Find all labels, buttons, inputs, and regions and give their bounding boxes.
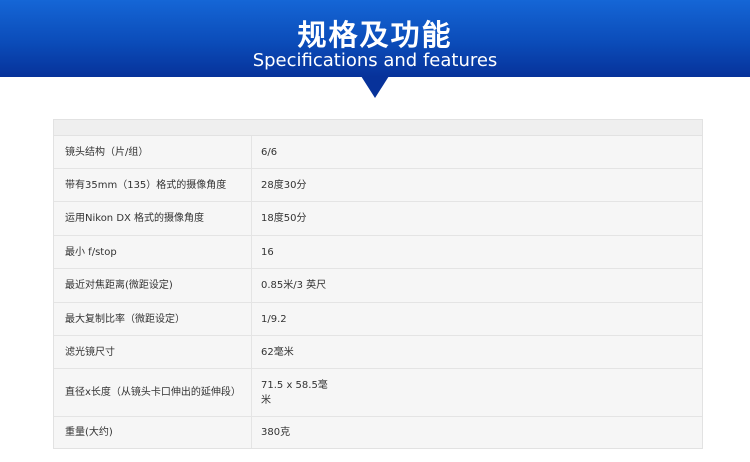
spec-value: 62毫米 [261, 346, 294, 358]
spec-value: 0.85米/3 英尺 [261, 280, 327, 291]
spec-label: 最小 f/stop [54, 236, 252, 268]
spec-value: 16 [261, 246, 274, 258]
spec-label: 镜头结构（片/组） [54, 136, 252, 168]
spec-value-cell: 71.5 x 58.5毫米 [252, 369, 702, 416]
specifications-table: 镜头结构（片/组） 6/6 带有35mm（135）格式的摄像角度 28度30分 … [53, 119, 703, 449]
table-row: 带有35mm（135）格式的摄像角度 28度30分 [54, 169, 702, 202]
page-subtitle: Specifications and features [252, 50, 498, 71]
spec-value: 71.5 x 58.5毫米 [261, 379, 328, 406]
table-row: 运用Nikon DX 格式的摄像角度 18度50分 [54, 202, 702, 236]
spec-label: 最近对焦距离(微距设定) [54, 269, 252, 302]
spec-label: 最大复制比率（微距设定） [54, 303, 252, 335]
table-header-bar [54, 120, 702, 136]
page-title: 规格及功能 [297, 18, 453, 52]
banner-pointer-arrow [361, 76, 389, 98]
header-banner: 规格及功能 Specifications and features [0, 0, 750, 98]
table-row: 最小 f/stop 16 [54, 236, 702, 269]
spec-value: 6/6 [261, 146, 278, 158]
spec-value: 380克 [261, 427, 291, 438]
spec-label: 运用Nikon DX 格式的摄像角度 [54, 202, 252, 235]
spec-value: 18度50分 [261, 213, 307, 224]
spec-label: 直径x长度（从镜头卡口伸出的延伸段） [54, 369, 252, 416]
spec-value: 1/9.2 [261, 313, 287, 325]
spec-label: 带有35mm（135）格式的摄像角度 [54, 169, 252, 201]
table-row: 最大复制比率（微距设定） 1/9.2 [54, 303, 702, 336]
table-row: 最近对焦距离(微距设定) 0.85米/3 英尺 [54, 269, 702, 303]
table-row: 直径x长度（从镜头卡口伸出的延伸段） 71.5 x 58.5毫米 [54, 369, 702, 417]
spec-label: 滤光镜尺寸 [54, 336, 252, 368]
spec-value: 28度30分 [261, 179, 307, 191]
table-row: 重量(大约) 380克 [54, 417, 702, 448]
spec-label: 重量(大约) [54, 417, 252, 448]
table-row: 镜头结构（片/组） 6/6 [54, 136, 702, 169]
table-row: 滤光镜尺寸 62毫米 [54, 336, 702, 369]
